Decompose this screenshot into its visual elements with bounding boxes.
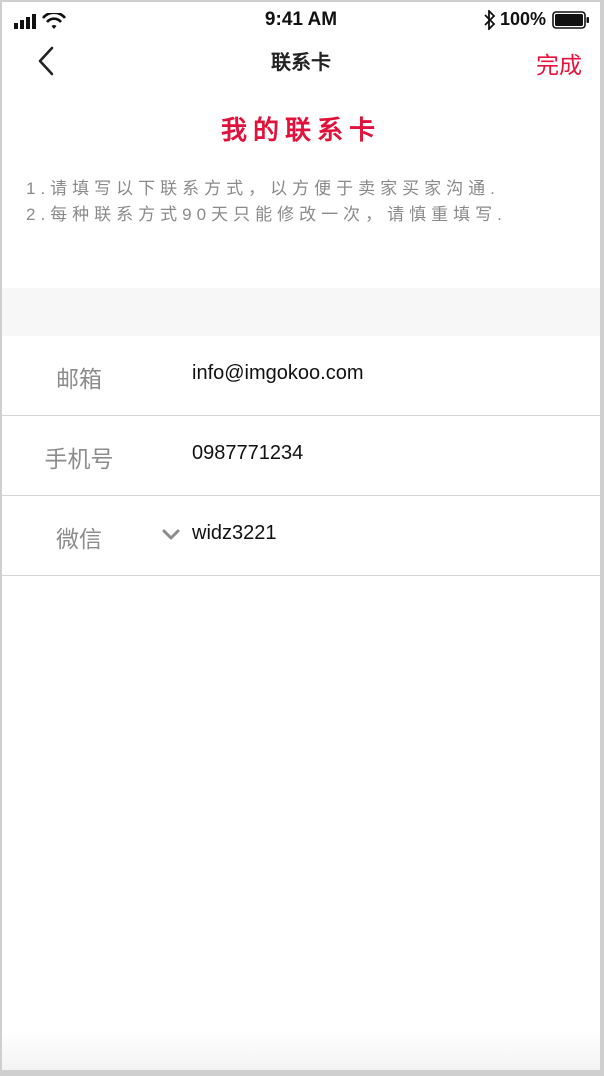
battery-percent: 100% [499, 9, 546, 29]
bluetooth-icon [484, 9, 496, 30]
phone-screen: 9:41 AM 100% 联系卡 完成 我的联系卡 1.请填写以下联系方式，以方… [2, 2, 600, 1070]
card-title: 我的联系卡 [220, 115, 381, 145]
battery-icon [552, 10, 589, 29]
chevron-down-icon[interactable] [160, 524, 182, 546]
email-label: 邮箱 [56, 366, 102, 392]
wechat-label: 微信 [56, 526, 102, 552]
instruction-line: 1.请填写以下联系方式，以方便于卖家买家沟通. [26, 179, 500, 198]
status-bar: 9:41 AM 100% [2, 2, 600, 36]
section-divider [2, 288, 600, 336]
instruction-line: 2.每种联系方式90天只能修改一次，请慎重填写. [26, 205, 507, 224]
chevron-left-icon [38, 46, 54, 76]
instructions: 1.请填写以下联系方式，以方便于卖家买家沟通. 2.每种联系方式90天只能修改一… [26, 176, 596, 228]
email-row[interactable]: 邮箱 info@imgokoo.com [2, 336, 600, 416]
back-button[interactable] [32, 40, 72, 80]
page-title: 联系卡 [271, 52, 331, 74]
done-button[interactable]: 完成 [536, 46, 582, 80]
email-field[interactable]: info@imgokoo.com [192, 362, 363, 385]
navigation-bar: 联系卡 完成 [2, 36, 600, 86]
phone-label: 手机号 [44, 446, 114, 472]
status-right: 100% [484, 9, 590, 30]
phone-row[interactable]: 手机号 0987771234 [2, 416, 600, 496]
wechat-row[interactable]: 微信 widz3221 [2, 496, 600, 576]
bottom-area [2, 1030, 600, 1070]
phone-field[interactable]: 0987771234 [192, 442, 303, 465]
wechat-field[interactable]: widz3221 [192, 522, 277, 545]
